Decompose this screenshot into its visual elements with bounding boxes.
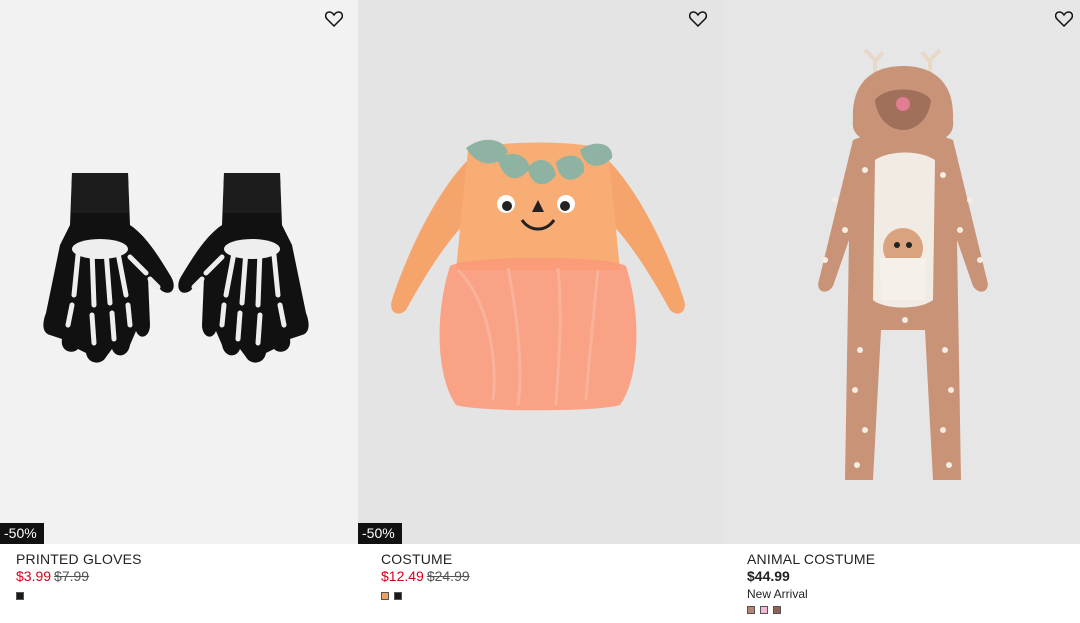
color-swatch[interactable] <box>381 592 389 600</box>
product-title[interactable]: COSTUME <box>381 551 717 568</box>
favorite-heart-icon[interactable] <box>324 9 344 29</box>
gloves-image <box>43 173 309 363</box>
product-grid: -50% PRINTED GLOVES $3.99 $7.99 -50% COS… <box>0 0 1080 623</box>
color-swatch[interactable] <box>394 592 402 600</box>
original-price: $7.99 <box>54 568 90 584</box>
product-image-costume[interactable]: -50% <box>358 0 725 544</box>
product-card-animal-costume[interactable]: ANIMAL COSTUME $44.99 New Arrival <box>725 0 1080 623</box>
discount-badge: -50% <box>0 523 44 544</box>
product-info: PRINTED GLOVES $3.99 $7.99 <box>16 551 350 600</box>
color-swatch[interactable] <box>773 606 781 614</box>
product-title[interactable]: PRINTED GLOVES <box>16 551 350 568</box>
new-arrival-label: New Arrival <box>747 587 808 601</box>
favorite-heart-icon[interactable] <box>688 9 708 29</box>
color-swatch[interactable] <box>760 606 768 614</box>
sale-price: $12.49 <box>381 568 424 584</box>
deer-costume-image <box>818 48 988 480</box>
product-info: COSTUME $12.49 $24.99 <box>381 551 717 600</box>
color-swatch[interactable] <box>747 606 755 614</box>
color-swatch[interactable] <box>16 592 24 600</box>
color-swatches <box>381 592 717 600</box>
product-image-gloves[interactable]: -50% <box>0 0 358 544</box>
color-swatches <box>747 606 1072 614</box>
price-row: $12.49 $24.99 <box>381 568 717 585</box>
pumpkin-costume-image <box>391 139 685 411</box>
sale-price: $3.99 <box>16 568 52 584</box>
price: $44.99 <box>747 568 790 584</box>
product-image-animal-costume[interactable] <box>725 0 1080 544</box>
discount-badge: -50% <box>358 523 402 544</box>
price-row: $44.99 <box>747 568 1072 585</box>
product-title[interactable]: ANIMAL COSTUME <box>747 551 1072 568</box>
price-row: $3.99 $7.99 <box>16 568 350 585</box>
favorite-heart-icon[interactable] <box>1054 9 1074 29</box>
color-swatches <box>16 592 350 600</box>
product-info: ANIMAL COSTUME $44.99 New Arrival <box>747 551 1072 614</box>
product-card-printed-gloves[interactable]: -50% PRINTED GLOVES $3.99 $7.99 <box>0 0 358 623</box>
product-card-costume[interactable]: -50% COSTUME $12.49 $24.99 <box>358 0 725 623</box>
original-price: $24.99 <box>426 568 470 584</box>
